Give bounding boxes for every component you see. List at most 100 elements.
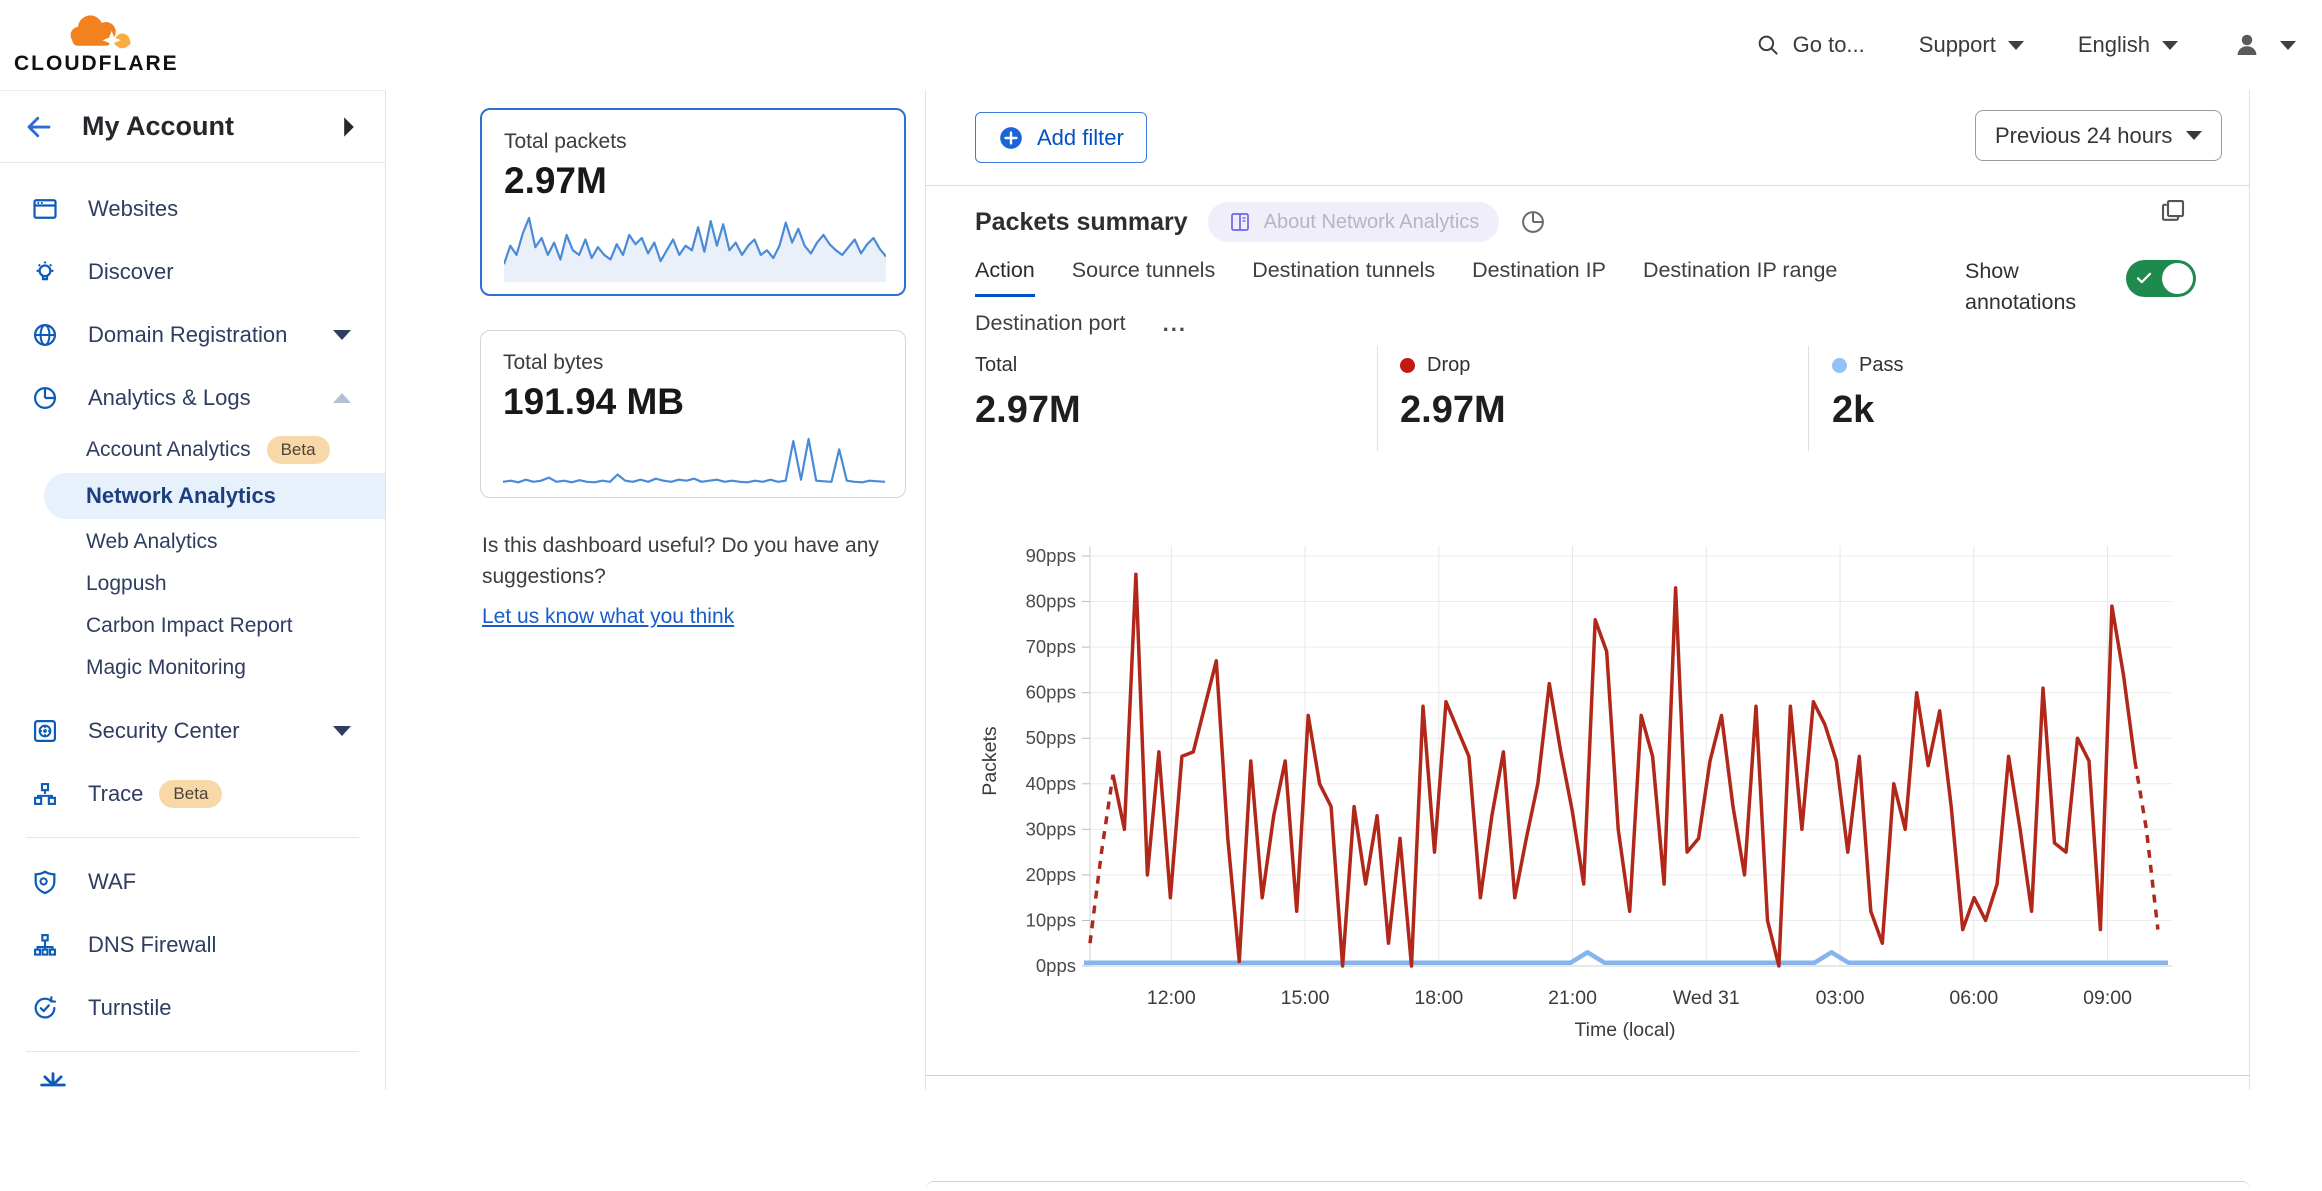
- tab-destination-tunnels[interactable]: Destination tunnels: [1252, 258, 1435, 297]
- account-menu[interactable]: [2232, 30, 2296, 60]
- stat-value: 2k: [1832, 389, 1903, 432]
- more-tabs-button[interactable]: ...: [1163, 311, 1187, 348]
- dns-tree-icon: [30, 930, 60, 960]
- sidebar-item-analytics-logs[interactable]: Analytics & Logs: [0, 366, 385, 429]
- add-filter-label: Add filter: [1037, 125, 1124, 151]
- back-arrow-icon[interactable]: [24, 112, 54, 142]
- tab-destination-ip[interactable]: Destination IP: [1472, 258, 1606, 297]
- svg-text:Time (local): Time (local): [1574, 1019, 1675, 1041]
- next-card-top-edge: [926, 1181, 2250, 1191]
- sidebar-item-turnstile[interactable]: Turnstile: [0, 976, 385, 1039]
- cloudflare-wordmark: CLOUDFLARE: [14, 52, 179, 76]
- safe-icon: [30, 716, 60, 746]
- goto-search[interactable]: Go to...: [1755, 32, 1865, 58]
- shield-gear-icon: [30, 867, 60, 897]
- sidebar-item-label: Domain Registration: [88, 322, 287, 348]
- stat-total: Total 2.97M: [975, 354, 1081, 432]
- language-label: English: [2078, 32, 2150, 58]
- sidebar-item-account-analytics[interactable]: Account Analytics Beta: [0, 429, 385, 471]
- copy-icon[interactable]: [2158, 196, 2188, 226]
- chevron-right-icon[interactable]: [341, 116, 357, 138]
- about-badge-label: About Network Analytics: [1264, 211, 1480, 234]
- goto-label: Go to...: [1793, 32, 1865, 58]
- pie-chart-icon[interactable]: [1519, 208, 1547, 236]
- bytes-sparkline: [503, 433, 885, 491]
- svg-text:30pps: 30pps: [1026, 818, 1076, 839]
- sidebar-item-discover[interactable]: Discover: [0, 240, 385, 303]
- sidebar-item-domain-registration[interactable]: Domain Registration: [0, 303, 385, 366]
- sidebar-item-security-center[interactable]: Security Center: [0, 699, 385, 762]
- drop-dot: [1400, 358, 1415, 373]
- sidebar-item-label: WAF: [88, 869, 136, 895]
- sidebar: My Account Websites Discover: [0, 90, 386, 1090]
- sidebar-item-label: Websites: [88, 196, 178, 222]
- language-menu[interactable]: English: [2078, 32, 2178, 58]
- chevron-down-icon: [2162, 41, 2178, 50]
- plus-circle-icon: [998, 125, 1024, 151]
- stat-pass: Pass 2k: [1832, 354, 1903, 432]
- sidebar-item-waf[interactable]: WAF: [0, 850, 385, 913]
- total-packets-card[interactable]: Total packets 2.97M: [480, 108, 906, 296]
- svg-text:Wed 31: Wed 31: [1673, 987, 1740, 1009]
- add-filter-button[interactable]: Add filter: [975, 112, 1147, 163]
- stat-divider: [1808, 346, 1809, 451]
- chevron-up-icon: [333, 393, 351, 403]
- total-bytes-card[interactable]: Total bytes 191.94 MB: [480, 330, 906, 498]
- sidebar-item-label: Trace: [88, 781, 143, 807]
- about-network-analytics-badge[interactable]: About Network Analytics: [1208, 202, 1500, 242]
- browser-window-icon: [30, 194, 60, 224]
- svg-text:Packets: Packets: [979, 726, 1001, 796]
- sidebar-item-magic-monitoring[interactable]: Magic Monitoring: [0, 647, 385, 689]
- packets-sparkline: [504, 212, 886, 282]
- sidebar-item-label: Magic Monitoring: [86, 656, 246, 680]
- stats-row: Total 2.97M Drop 2.97M Pass 2k: [926, 346, 2250, 456]
- feedback-link[interactable]: Let us know what you think: [482, 601, 734, 632]
- tab-destination-port[interactable]: Destination port: [975, 311, 1126, 348]
- tab-destination-ip-range[interactable]: Destination IP range: [1643, 258, 1837, 297]
- svg-text:50pps: 50pps: [1026, 727, 1076, 748]
- beta-badge: Beta: [159, 780, 222, 808]
- time-range-button[interactable]: Previous 24 hours: [1975, 110, 2222, 161]
- stat-divider: [1377, 346, 1378, 451]
- lightbulb-icon: [30, 257, 60, 287]
- sidebar-item-label: Analytics & Logs: [88, 385, 251, 411]
- support-menu[interactable]: Support: [1919, 32, 2024, 58]
- main-content: Add filter Previous 24 hours Packets sum…: [926, 90, 2250, 1090]
- stat-label: Drop: [1427, 354, 1470, 377]
- chevron-down-icon: [2280, 41, 2296, 50]
- sidebar-item-network-analytics[interactable]: Network Analytics: [44, 473, 385, 519]
- stat-value: 2.97M: [1400, 389, 1506, 432]
- svg-text:18:00: 18:00: [1414, 987, 1463, 1009]
- svg-text:03:00: 03:00: [1816, 987, 1865, 1009]
- pie-chart-icon: [30, 383, 60, 413]
- user-icon: [2232, 30, 2262, 60]
- pass-dot: [1832, 358, 1847, 373]
- tab-source-tunnels[interactable]: Source tunnels: [1072, 258, 1215, 297]
- show-annotations-toggle[interactable]: [2126, 260, 2196, 297]
- sidebar-item-websites[interactable]: Websites: [0, 177, 385, 240]
- chevron-down-icon: [2008, 41, 2024, 50]
- topbar: CLOUDFLARE Go to... Support English: [0, 0, 2322, 90]
- feedback-block: Is this dashboard useful? Do you have an…: [482, 530, 918, 632]
- packets-time-series-chart: 0pps10pps20pps30pps40pps50pps60pps70pps8…: [926, 538, 2250, 1043]
- cloudflare-logo[interactable]: CLOUDFLARE: [14, 4, 184, 84]
- sidebar-item-web-analytics[interactable]: Web Analytics: [0, 521, 385, 563]
- search-icon: [1755, 32, 1781, 58]
- sidebar-item-trace[interactable]: Trace Beta: [0, 762, 385, 825]
- sidebar-item-logpush[interactable]: Logpush: [0, 563, 385, 605]
- sidebar-item-label: Web Analytics: [86, 530, 218, 554]
- zero-trust-burst-icon[interactable]: [36, 1068, 70, 1090]
- sidebar-item-carbon-impact-report[interactable]: Carbon Impact Report: [0, 605, 385, 647]
- svg-text:70pps: 70pps: [1026, 636, 1076, 657]
- card-value: 2.97M: [504, 160, 882, 202]
- svg-text:80pps: 80pps: [1026, 591, 1076, 612]
- stat-value: 2.97M: [975, 389, 1081, 432]
- dimension-tabs: Action Source tunnels Destination tunnel…: [975, 258, 1855, 348]
- tab-action[interactable]: Action: [975, 258, 1035, 297]
- svg-text:90pps: 90pps: [1026, 545, 1076, 566]
- chevron-down-icon: [333, 330, 351, 340]
- stat-label: Total: [975, 354, 1017, 377]
- sidebar-item-dns-firewall[interactable]: DNS Firewall: [0, 913, 385, 976]
- svg-text:15:00: 15:00: [1281, 987, 1330, 1009]
- sidebar-item-label: Account Analytics: [86, 438, 251, 462]
